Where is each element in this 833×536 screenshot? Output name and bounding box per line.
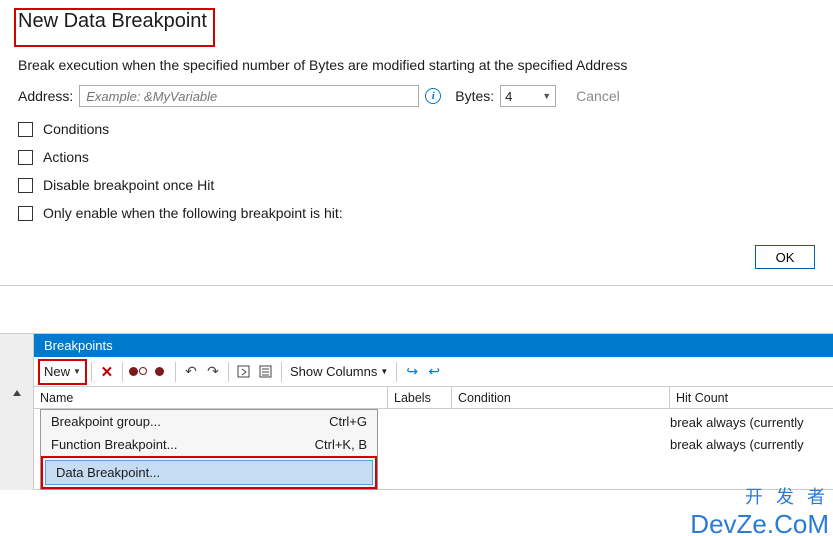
- actions-label: Actions: [43, 149, 89, 165]
- cell-hit-count: break always (currently: [670, 437, 833, 452]
- delete-icon[interactable]: ✕: [96, 361, 118, 383]
- panel-title: Breakpoints: [34, 334, 833, 357]
- bytes-label: Bytes:: [455, 88, 494, 104]
- conditions-checkbox[interactable]: [18, 122, 33, 137]
- conditions-label: Conditions: [43, 121, 109, 137]
- breakpoints-panel: Breakpoints New ▼ ✕ ↶ ↷: [0, 333, 833, 490]
- menu-item-shortcut: Ctrl+G: [329, 414, 367, 429]
- disable-once-hit-row[interactable]: Disable breakpoint once Hit: [18, 177, 815, 193]
- conditions-row[interactable]: Conditions: [18, 121, 815, 137]
- menu-item-label: Function Breakpoint...: [51, 437, 177, 452]
- new-dropdown-button[interactable]: New ▼: [38, 359, 87, 385]
- menu-item-shortcut: Ctrl+K, B: [315, 437, 367, 452]
- only-enable-when-checkbox[interactable]: [18, 206, 33, 221]
- export-icon[interactable]: ↩: [423, 361, 445, 383]
- col-hit-count[interactable]: Hit Count: [670, 387, 833, 408]
- bytes-select[interactable]: 4 ▼: [500, 85, 556, 107]
- only-enable-when-label: Only enable when the following breakpoin…: [43, 205, 343, 221]
- menu-item-breakpoint-group[interactable]: Breakpoint group... Ctrl+G: [41, 410, 377, 433]
- col-labels[interactable]: Labels: [388, 387, 452, 408]
- grid-header: Name Labels Condition Hit Count: [34, 387, 833, 409]
- undo-icon[interactable]: ↶: [180, 361, 202, 383]
- disable-once-hit-checkbox[interactable]: [18, 178, 33, 193]
- menu-item-function-breakpoint[interactable]: Function Breakpoint... Ctrl+K, B: [41, 433, 377, 456]
- menu-item-data-breakpoint[interactable]: Data Breakpoint...: [45, 460, 373, 485]
- actions-checkbox[interactable]: [18, 150, 33, 165]
- dialog-title-highlight: New Data Breakpoint: [14, 8, 215, 47]
- toolbar-separator: [396, 362, 397, 382]
- show-columns-label: Show Columns: [290, 364, 377, 379]
- cancel-link[interactable]: Cancel: [576, 88, 620, 104]
- address-input[interactable]: [79, 85, 419, 107]
- enable-all-icon[interactable]: [149, 361, 171, 383]
- expand-triangle-icon[interactable]: [13, 390, 21, 396]
- chevron-down-icon: ▼: [73, 367, 81, 376]
- grid-body: break always (currently break always (cu…: [432, 409, 833, 455]
- dialog-title: New Data Breakpoint: [18, 10, 207, 33]
- import-icon[interactable]: ↪: [401, 361, 423, 383]
- info-icon[interactable]: i: [425, 88, 441, 104]
- panel-toolbar: New ▼ ✕ ↶ ↷ Show Columns: [34, 357, 833, 387]
- toolbar-separator: [91, 362, 92, 382]
- table-row[interactable]: break always (currently: [432, 433, 833, 455]
- disable-once-hit-label: Disable breakpoint once Hit: [43, 177, 214, 193]
- watermark-line2: DevZe.CoM: [690, 509, 829, 536]
- table-row[interactable]: break always (currently: [432, 411, 833, 433]
- only-enable-when-row[interactable]: Only enable when the following breakpoin…: [18, 205, 815, 221]
- address-label: Address:: [18, 88, 73, 104]
- toolbar-separator: [228, 362, 229, 382]
- toggle-all-icon[interactable]: [127, 361, 149, 383]
- toolbar-separator: [281, 362, 282, 382]
- go-to-source-icon[interactable]: [233, 361, 255, 383]
- watermark: 开 发 者 DevZe.CoM: [690, 483, 829, 536]
- cell-hit-count: break always (currently: [670, 415, 833, 430]
- redo-icon[interactable]: ↷: [202, 361, 224, 383]
- toolbar-separator: [175, 362, 176, 382]
- col-name[interactable]: Name: [34, 387, 388, 408]
- ok-button[interactable]: OK: [755, 245, 815, 269]
- address-row: Address: i Bytes: 4 ▼ Cancel: [18, 85, 815, 107]
- chevron-down-icon: ▼: [380, 367, 388, 376]
- show-columns-dropdown[interactable]: Show Columns ▼: [286, 364, 392, 379]
- chevron-down-icon: ▼: [542, 91, 551, 101]
- go-to-disassembly-icon[interactable]: [255, 361, 277, 383]
- dialog-description: Break execution when the specified numbe…: [18, 57, 815, 73]
- menu-item-label: Breakpoint group...: [51, 414, 161, 429]
- new-data-breakpoint-dialog: New Data Breakpoint Break execution when…: [0, 0, 833, 285]
- col-condition[interactable]: Condition: [452, 387, 670, 408]
- actions-row[interactable]: Actions: [18, 149, 815, 165]
- panel-gutter: [0, 334, 34, 490]
- menu-item-highlight: Data Breakpoint...: [41, 456, 377, 489]
- new-button-label: New: [44, 364, 70, 379]
- menu-item-label: Data Breakpoint...: [56, 465, 160, 480]
- toolbar-separator: [122, 362, 123, 382]
- bytes-value: 4: [505, 89, 512, 104]
- breakpoints-grid: Name Labels Condition Hit Count Breakpoi…: [34, 387, 833, 490]
